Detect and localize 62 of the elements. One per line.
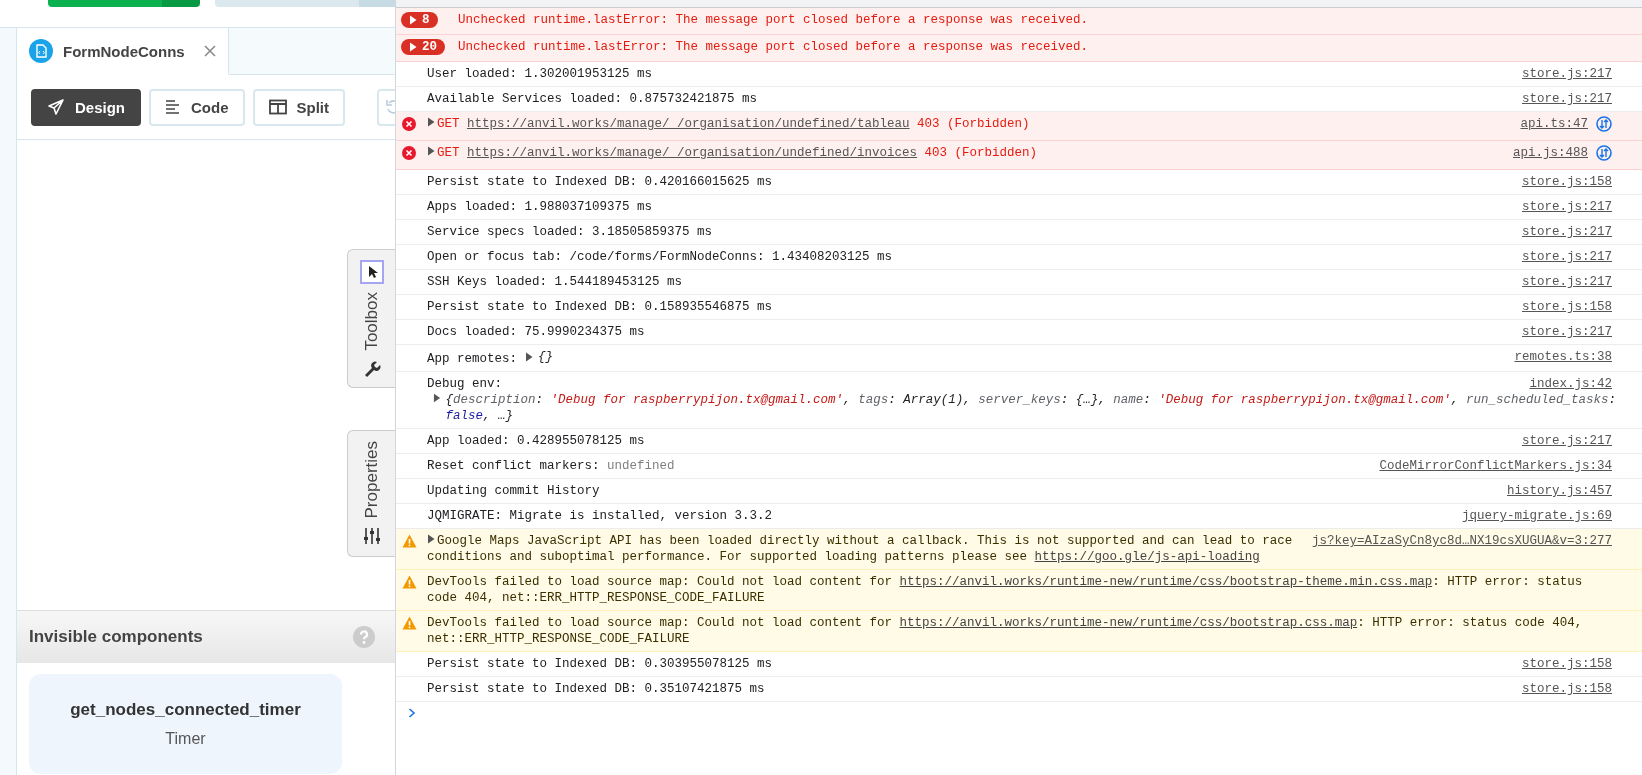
source-link[interactable]: store.js:217 xyxy=(1522,249,1612,265)
source-link[interactable]: CodeMirrorConflictMarkers.js:34 xyxy=(1379,458,1612,474)
console-message: App remotes: xyxy=(427,352,517,366)
component-card[interactable]: get_nodes_connected_timer Timer xyxy=(29,674,342,774)
source-link[interactable]: store.js:217 xyxy=(1522,91,1612,107)
console-message: Persist state to Indexed DB: 0.420166015625 ms xyxy=(427,175,773,189)
source-link[interactable]: api.ts:47 xyxy=(1520,116,1588,132)
console-message: JQMIGRATE: Migrate is installed, version 3.3.2 xyxy=(427,509,773,523)
source-link[interactable]: store.js:217 xyxy=(1522,66,1612,82)
console-message: Unchecked runtime.lastError: The message port closed before a response was received. xyxy=(458,13,1089,27)
object-preview: {} xyxy=(538,349,554,365)
url-link[interactable]: https://anvil.works/runtime-new/runtime/css/bootstrap.css.map xyxy=(899,616,1358,630)
component-type: Timer xyxy=(165,730,206,748)
url-link[interactable]: https://anvil.works/runtime-new/runtime/css/bootstrap-theme.min.css.map xyxy=(899,575,1433,589)
view-mode-button[interactable]: Code xyxy=(149,88,245,126)
console-message: Available Services loaded: 0.875732421875 ms xyxy=(427,92,758,106)
console-message: GET https://anvil.works/manage/_/organisation/undefined/tableau 403 (Forbidden) xyxy=(437,117,1030,131)
console-message: Updating commit History xyxy=(427,484,600,498)
object-preview: {description: 'Debug for raspberrypijon.tx@gmail.com', tags: Array(1), server_keys: {…}, name: 'Debug for raspberrypijon.tx@gmail.com', run_scheduled_tasks: false, …} xyxy=(445,392,1617,424)
source-link[interactable]: jquery-migrate.js:69 xyxy=(1461,508,1612,524)
source-link[interactable]: store.js:158 xyxy=(1522,299,1612,315)
side-tab[interactable]: Toolbox xyxy=(347,249,395,388)
source-link[interactable]: store.js:158 xyxy=(1522,681,1612,697)
component-name: get_nodes_connected_timer xyxy=(70,700,301,720)
view-mode-button[interactable]: Split xyxy=(252,88,345,126)
source-link[interactable]: api.js:488 xyxy=(1513,145,1588,161)
console-message: Persist state to Indexed DB: 0.303955078125 ms xyxy=(427,657,773,671)
console-message: Reset conflict markers: undefined xyxy=(427,459,675,473)
source-link[interactable]: store.js:158 xyxy=(1522,174,1612,190)
console-message: Debug env: xyxy=(427,377,502,391)
url-link[interactable]: https://goo.gle/js-api-loading xyxy=(1034,550,1260,564)
count-badge[interactable]: 8 xyxy=(401,12,438,28)
source-link[interactable]: store.js:158 xyxy=(1522,656,1612,672)
source-link[interactable]: store.js:217 xyxy=(1522,224,1612,240)
console-message: Persist state to Indexed DB: 0.158935546875 ms xyxy=(427,300,773,314)
section-header: Invisible components xyxy=(17,610,395,663)
source-link[interactable]: index.js:42 xyxy=(1529,376,1612,392)
source-link[interactable]: store.js:217 xyxy=(1522,433,1612,449)
console-message: DevTools failed to load source map: Could not load content for https://anvil.works/runtime-new/runtime/css/bootstrap-theme.min.css.map: HTTP error: status code 404, net::ERR_HTTP_RESPONSE_CODE_FAILURE xyxy=(427,575,1584,605)
url-link[interactable]: https://anvil.works/manage/_/organisation/undefined/tableau xyxy=(467,117,910,131)
console-message: Apps loaded: 1.988037109375 ms xyxy=(427,200,653,214)
source-link[interactable]: store.js:217 xyxy=(1522,274,1612,290)
console-message: Open or focus tab: /code/forms/FormNodeConns: 1.43408203125 ms xyxy=(427,250,893,264)
console-message: SSH Keys loaded: 1.544189453125 ms xyxy=(427,275,683,289)
editor-tab[interactable]: FormNodeConns xyxy=(17,28,229,75)
console-message: Docs loaded: 75.9990234375 ms xyxy=(427,325,645,339)
console-message: Unchecked runtime.lastError: The message port closed before a response was received. xyxy=(458,40,1089,54)
source-link[interactable]: history.js:457 xyxy=(1506,483,1612,499)
console-message: GET https://anvil.works/manage/_/organisation/undefined/invoices 403 (Forbidden) xyxy=(437,146,1038,160)
console-message: Persist state to Indexed DB: 0.35107421875 ms xyxy=(427,682,765,696)
side-tab[interactable]: Properties xyxy=(347,429,395,558)
source-link[interactable]: store.js:217 xyxy=(1522,199,1612,215)
source-link[interactable]: js?key=AIzaSyCn8yc8d…NX19csXUGUA&v=3:277 xyxy=(1311,533,1612,549)
console-message: Service specs loaded: 3.18505859375 ms xyxy=(427,225,713,239)
count-badge[interactable]: 20 xyxy=(401,39,445,55)
console-message: User loaded: 1.302001953125 ms xyxy=(427,67,653,81)
url-link[interactable]: https://anvil.works/manage/_/organisation/undefined/invoices xyxy=(467,146,918,160)
source-link[interactable]: store.js:217 xyxy=(1522,324,1612,340)
console-message: DevTools failed to load source map: Could not load content for https://anvil.works/runtime-new/runtime/css/bootstrap.css.map: HTTP error: status code 404, net::ERR_HTTP_RESPONSE_CODE_FAILURE xyxy=(427,616,1584,646)
source-link[interactable]: remotes.ts:38 xyxy=(1514,349,1612,365)
view-mode-button[interactable]: Design xyxy=(31,88,141,126)
console-message: App loaded: 0.428955078125 ms xyxy=(427,434,645,448)
